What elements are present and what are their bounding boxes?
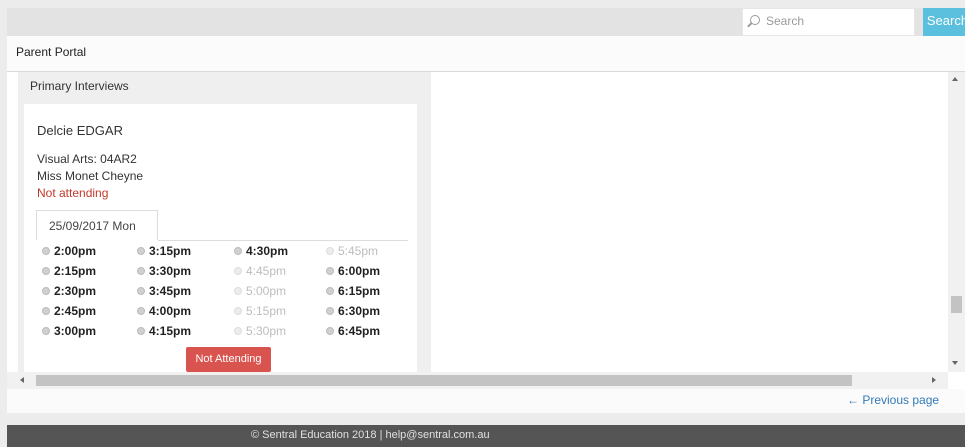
attendance-status: Not attending [37, 186, 109, 200]
search-button[interactable]: Search [923, 8, 965, 36]
tab-divider [158, 240, 408, 241]
tab-date-label: 25/09/2017 Mon [49, 219, 136, 233]
timeslot-label: 2:45pm [54, 304, 97, 318]
timeslot-label: 6:45pm [338, 324, 381, 338]
radio-icon[interactable] [137, 306, 145, 315]
timeslot-label: 3:15pm [149, 244, 192, 258]
radio-icon [234, 286, 242, 295]
vertical-scrollbar[interactable] [948, 72, 965, 372]
scroll-up-icon[interactable] [952, 77, 958, 81]
footer: © Sentral Education 2018 | help@sentral.… [7, 425, 965, 447]
timeslot-label: 2:30pm [54, 284, 97, 298]
teacher-name: Miss Monet Cheyne [37, 169, 144, 183]
interviews-panel: Primary Interviews Delcie EDGAR Visual A… [18, 72, 431, 372]
subject-class: Visual Arts: 04AR2 [37, 152, 137, 166]
radio-icon[interactable] [326, 286, 334, 295]
timeslot-option[interactable]: 3:30pm [137, 262, 191, 280]
timeslot-option[interactable]: 6:15pm [326, 282, 380, 300]
timeslot-label: 6:30pm [338, 304, 381, 318]
vertical-scroll-thumb[interactable] [951, 296, 962, 313]
timeslot-label: 5:30pm [246, 324, 287, 338]
tab-date[interactable]: 25/09/2017 Mon [36, 210, 158, 240]
timeslot-label: 4:15pm [149, 324, 192, 338]
search-icon [750, 15, 760, 25]
timeslot-option: 5:00pm [234, 282, 286, 300]
timeslot-option[interactable]: 2:00pm [42, 242, 96, 260]
timeslot-option: 4:45pm [234, 262, 286, 280]
radio-icon[interactable] [326, 306, 334, 315]
radio-icon[interactable] [42, 326, 50, 335]
timeslot-label: 3:45pm [149, 284, 192, 298]
timeslot-label: 3:00pm [54, 324, 97, 338]
radio-icon[interactable] [42, 306, 50, 315]
timeslot-option[interactable]: 4:30pm [234, 242, 288, 260]
radio-icon [234, 306, 242, 315]
timeslot-option[interactable]: 3:45pm [137, 282, 191, 300]
scroll-down-icon[interactable] [952, 361, 958, 365]
footer-copyright: © Sentral Education 2018 | help@sentral.… [251, 429, 490, 441]
radio-icon[interactable] [137, 246, 145, 255]
timeslot-option[interactable]: 6:00pm [326, 262, 380, 280]
search-placeholder: Search [766, 14, 805, 28]
timeslot-label: 2:00pm [54, 244, 97, 258]
radio-icon [234, 326, 242, 335]
radio-icon[interactable] [137, 286, 145, 295]
timeslot-label: 4:45pm [246, 264, 287, 278]
timeslot-label: 4:30pm [246, 244, 289, 258]
radio-icon[interactable] [326, 266, 334, 275]
radio-icon[interactable] [42, 286, 50, 295]
timeslot-option: 5:30pm [234, 322, 286, 340]
horizontal-scrollbar[interactable] [7, 372, 948, 389]
page-title: Parent Portal [16, 45, 87, 59]
student-name: Delcie EDGAR [37, 123, 123, 138]
panel-heading: Primary Interviews [30, 79, 129, 93]
scroll-left-icon[interactable] [20, 377, 24, 383]
timeslot-label: 5:00pm [246, 284, 287, 298]
timeslot-option[interactable]: 2:30pm [42, 282, 96, 300]
timeslot-option[interactable]: 4:15pm [137, 322, 191, 340]
timeslot-option: 5:45pm [326, 242, 378, 260]
horizontal-scroll-thumb[interactable] [36, 375, 852, 386]
previous-page-link[interactable]: ← Previous page [847, 393, 939, 407]
timeslot-option[interactable]: 6:30pm [326, 302, 380, 320]
radio-icon[interactable] [234, 246, 242, 255]
radio-icon[interactable] [137, 326, 145, 335]
radio-icon [234, 266, 242, 275]
radio-icon[interactable] [326, 326, 334, 335]
not-attending-button[interactable]: Not Attending [186, 347, 271, 372]
content-frame: Primary Interviews Delcie EDGAR Visual A… [7, 71, 965, 389]
timeslot-option[interactable]: 4:00pm [137, 302, 191, 320]
radio-icon[interactable] [137, 266, 145, 275]
timeslot-option[interactable]: 2:45pm [42, 302, 96, 320]
teacher-card: Delcie EDGAR Visual Arts: 04AR2 Miss Mon… [24, 104, 417, 372]
pagination-bar: ← Previous page [7, 389, 965, 413]
radio-icon [326, 246, 334, 255]
radio-icon[interactable] [42, 266, 50, 275]
portal-header: Parent Portal [7, 36, 965, 71]
timeslot-option[interactable]: 3:00pm [42, 322, 96, 340]
search-input[interactable]: Search [742, 8, 915, 36]
scroll-right-icon[interactable] [932, 377, 936, 383]
timeslot-option: 5:15pm [234, 302, 286, 320]
timeslot-label: 6:15pm [338, 284, 381, 298]
top-bar: Search Search [7, 8, 965, 36]
timeslot-label: 5:45pm [338, 244, 379, 258]
timeslot-label: 2:15pm [54, 264, 97, 278]
radio-icon[interactable] [42, 246, 50, 255]
timeslot-option[interactable]: 6:45pm [326, 322, 380, 340]
timeslot-option[interactable]: 2:15pm [42, 262, 96, 280]
timeslot-label: 5:15pm [246, 304, 287, 318]
timeslot-option[interactable]: 3:15pm [137, 242, 191, 260]
timeslot-label: 3:30pm [149, 264, 192, 278]
timeslot-label: 6:00pm [338, 264, 381, 278]
timeslot-label: 4:00pm [149, 304, 192, 318]
